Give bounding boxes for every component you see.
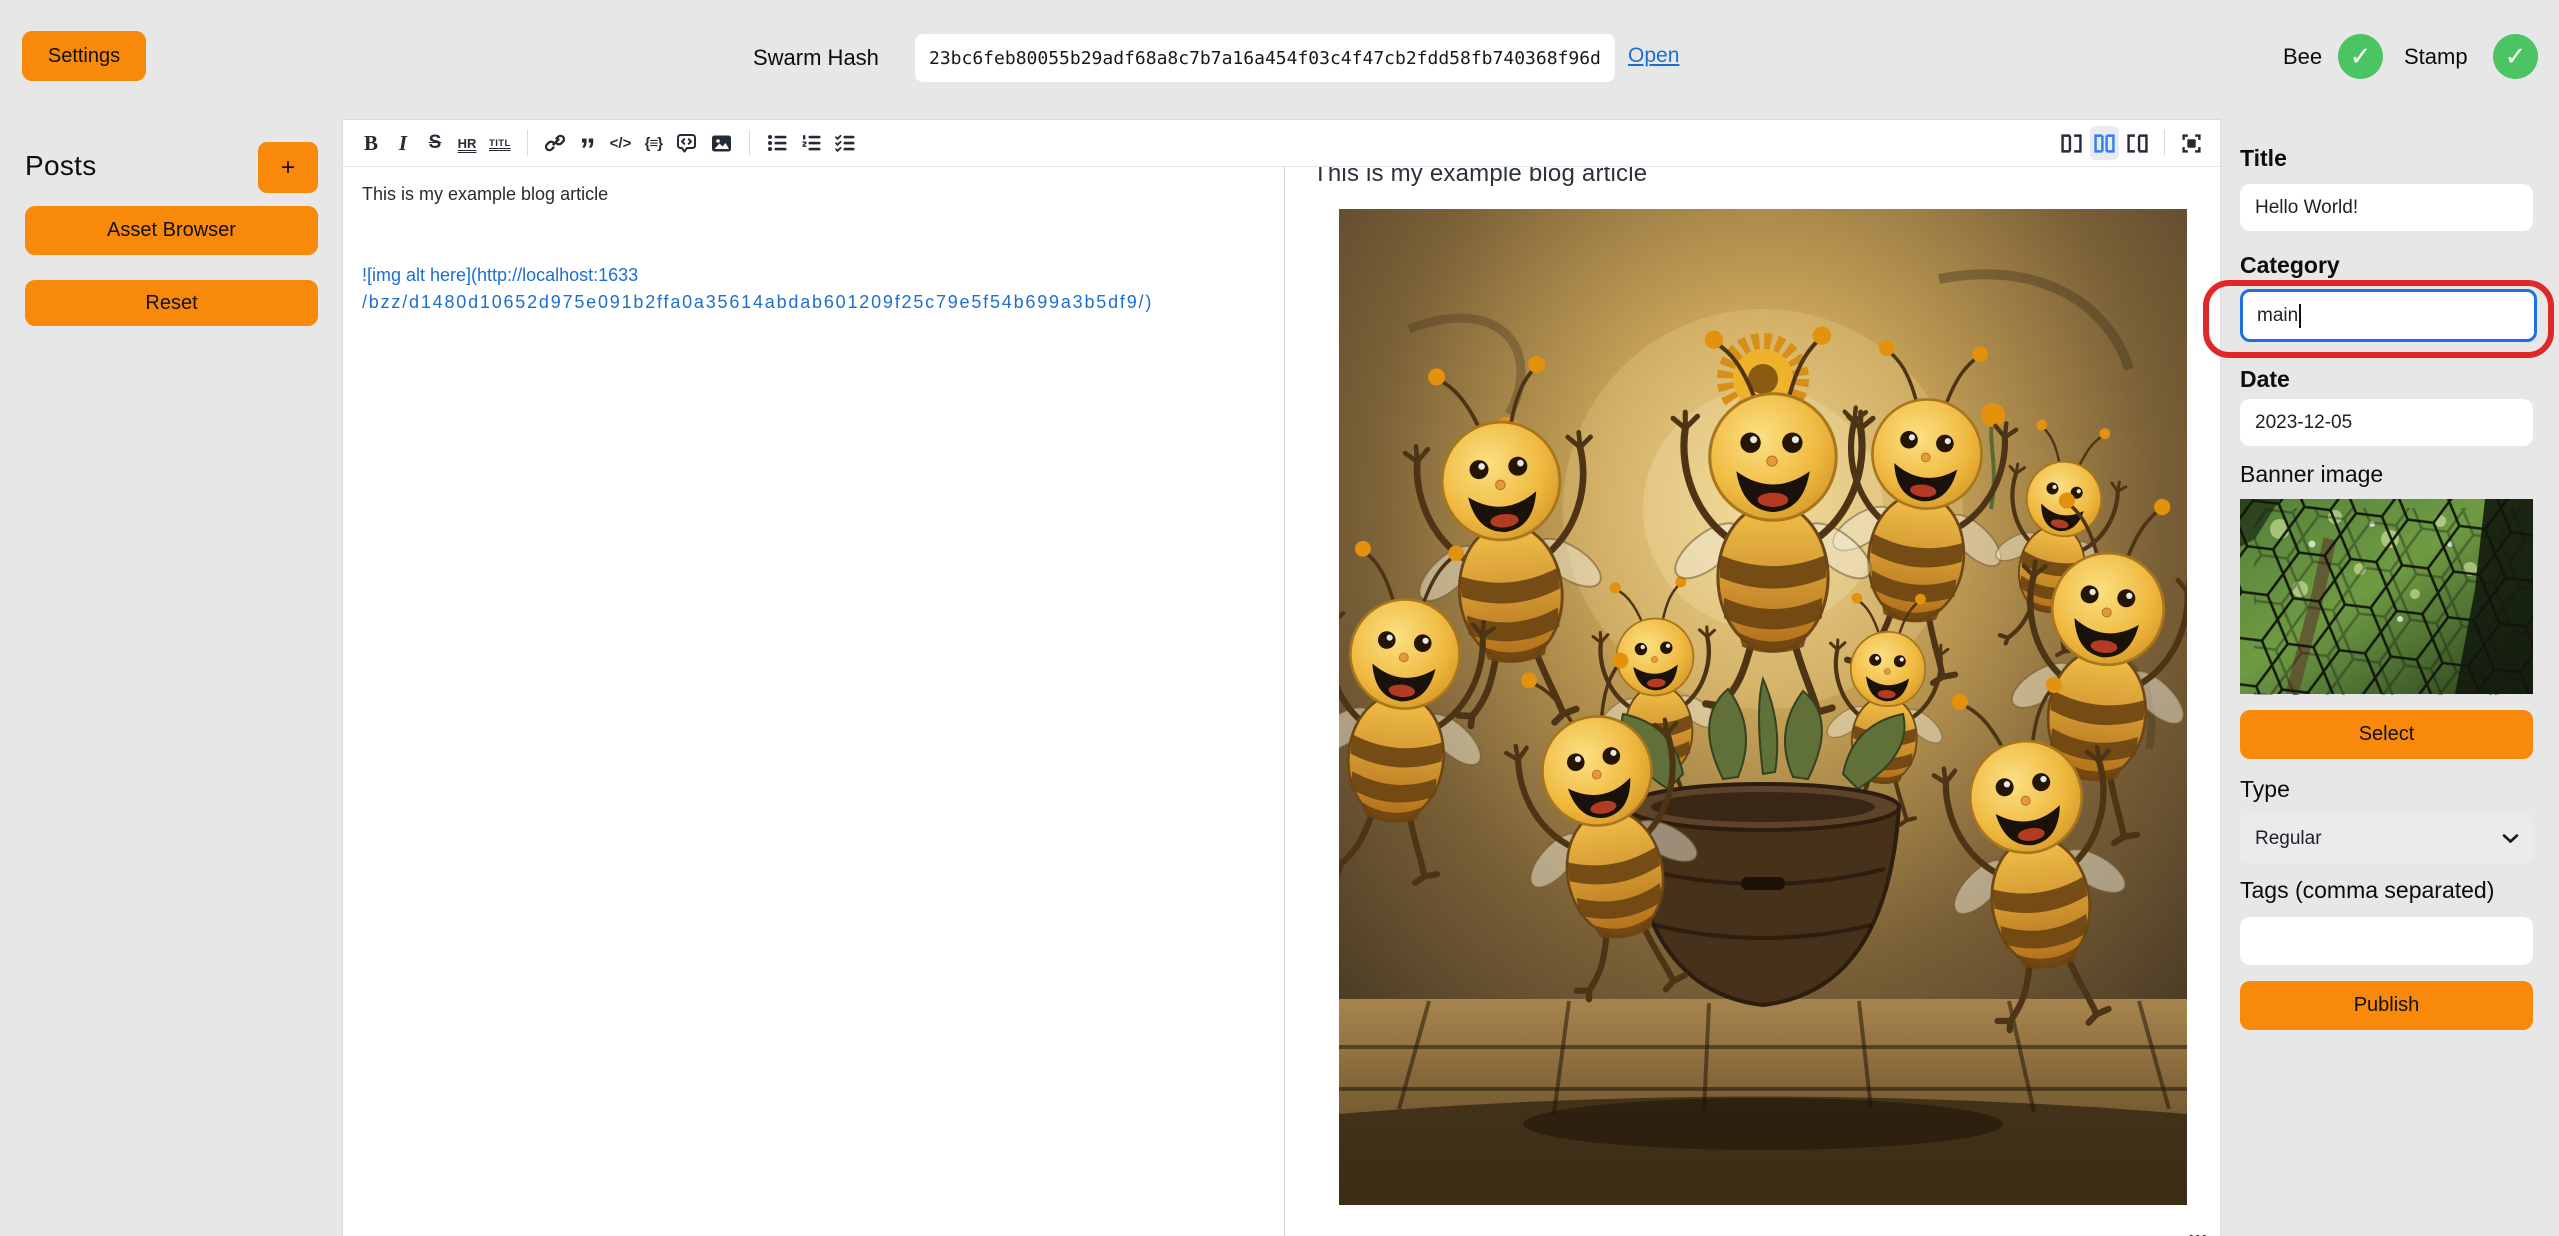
horizontal-rule-button[interactable]: HR: [453, 126, 481, 160]
chevron-down-icon: [2502, 833, 2519, 844]
code-block-icon: {≡}: [645, 135, 662, 152]
link-button[interactable]: [540, 126, 570, 160]
editor-line-markdown-image-link: ![img alt here](http://localhost:1633: [362, 262, 1264, 289]
tags-label: Tags (comma separated): [2240, 877, 2494, 904]
date-input[interactable]: [2240, 399, 2533, 446]
type-selected-value: Regular: [2255, 828, 2502, 850]
toolbar-separator: [749, 130, 750, 156]
image-icon: [710, 132, 733, 155]
type-label: Type: [2240, 776, 2290, 803]
select-banner-button[interactable]: Select: [2240, 710, 2533, 759]
text-caret: [2299, 304, 2301, 328]
horizontal-rule-icon: HR: [458, 136, 477, 151]
editor-view-icon: [2061, 134, 2082, 153]
swarm-hash-label: Swarm Hash: [753, 45, 879, 71]
editor-panes: This is my example blog article ![img al…: [343, 167, 2220, 1236]
editor-line: [362, 235, 1264, 262]
bullet-list-button[interactable]: [762, 126, 792, 160]
quote-icon: ”: [580, 145, 596, 155]
title-label: Title: [2240, 145, 2287, 172]
heading-icon: TITL: [489, 138, 511, 149]
editor-line: This is my example blog article: [362, 181, 1264, 208]
banner-image-label: Banner image: [2240, 461, 2383, 488]
ordered-list-icon: [800, 132, 822, 154]
fullscreen-button[interactable]: [2177, 126, 2206, 160]
preview-heading: This is my example blog article: [1313, 167, 2220, 188]
tags-input[interactable]: [2240, 917, 2533, 965]
quote-button[interactable]: ”: [574, 126, 602, 160]
stamp-status-label: Stamp: [2404, 44, 2468, 70]
code-button[interactable]: </>: [606, 126, 636, 160]
code-bubble-icon: [675, 132, 698, 155]
italic-button[interactable]: I: [389, 126, 417, 160]
stamp-check-icon: ✓: [2493, 34, 2538, 79]
strikethrough-button[interactable]: S: [421, 126, 449, 160]
open-link[interactable]: Open: [1628, 44, 1679, 68]
editor-line: [362, 208, 1264, 235]
bold-icon: B: [364, 131, 378, 156]
task-list-button[interactable]: [830, 126, 860, 160]
image-button[interactable]: [706, 126, 737, 160]
markdown-editor-widget: B I S HR TITL ” </> {≡}: [342, 119, 2221, 1236]
asset-browser-button[interactable]: Asset Browser: [25, 206, 318, 255]
title-input[interactable]: [2240, 184, 2533, 231]
preview-view-icon: [2127, 134, 2148, 153]
editor-line-markdown-image-link: /bzz/d1480d10652d975e091b2ffa0a35614abda…: [362, 289, 1264, 316]
publish-button[interactable]: Publish: [2240, 981, 2533, 1030]
preview-only-view-button[interactable]: [2123, 126, 2152, 160]
toolbar-separator: [2164, 130, 2165, 156]
category-value: main: [2257, 305, 2298, 327]
reset-button[interactable]: Reset: [25, 280, 318, 326]
italic-icon: I: [399, 131, 407, 156]
link-icon: [544, 132, 566, 154]
more-content-indicator: ...: [2188, 1225, 2208, 1236]
add-post-button[interactable]: +: [258, 142, 318, 193]
bee-check-icon: ✓: [2338, 34, 2383, 79]
settings-button[interactable]: Settings: [22, 31, 146, 81]
preview-image: .limb{stroke:#4d3415;stroke-width:7;fill…: [1339, 209, 2187, 1205]
editor-only-view-button[interactable]: [2057, 126, 2086, 160]
strikethrough-icon: S: [429, 132, 442, 154]
split-view-icon: [2094, 134, 2115, 153]
editor-toolbar: B I S HR TITL ” </> {≡}: [343, 120, 2220, 167]
bold-button[interactable]: B: [357, 126, 385, 160]
category-label: Category: [2240, 252, 2340, 279]
heading-button[interactable]: TITL: [485, 126, 515, 160]
code-block-button[interactable]: {≡}: [639, 126, 667, 160]
code-icon: </>: [610, 135, 632, 152]
preview-pane: This is my example blog article: [1285, 167, 2220, 1236]
blog-editor-app: Settings Swarm Hash Open Bee ✓ Stamp ✓ P…: [0, 0, 2559, 1236]
banner-image-thumbnail: [2240, 498, 2533, 695]
fullscreen-icon: [2181, 133, 2202, 154]
bullet-list-icon: [766, 132, 788, 154]
posts-heading: Posts: [25, 150, 97, 182]
ordered-list-button[interactable]: [796, 126, 826, 160]
swarm-hash-input[interactable]: [915, 34, 1615, 82]
embed-button[interactable]: [671, 126, 702, 160]
toolbar-separator: [527, 130, 528, 156]
bee-status-label: Bee: [2283, 44, 2322, 70]
type-select[interactable]: Regular: [2240, 814, 2533, 863]
category-input[interactable]: main: [2240, 289, 2537, 342]
date-label: Date: [2240, 366, 2290, 393]
task-list-icon: [834, 132, 856, 154]
markdown-source-editor[interactable]: This is my example blog article ![img al…: [343, 167, 1284, 1236]
split-view-button[interactable]: [2090, 126, 2119, 160]
